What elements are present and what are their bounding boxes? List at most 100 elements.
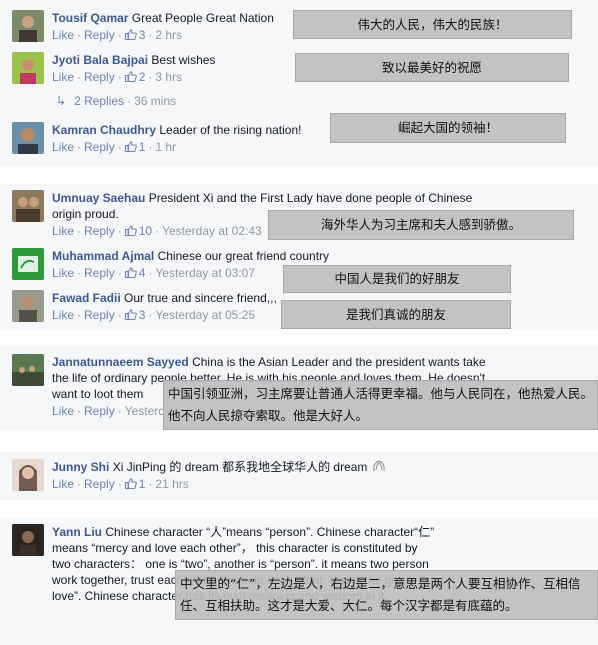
comment-author[interactable]: Jyoti Bala Bajpai (52, 53, 148, 67)
timestamp[interactable]: 1 hr (155, 140, 176, 154)
comment-author[interactable]: Umnuay Saehau (52, 191, 145, 205)
translation-box: 是我们真诚的朋友 (281, 300, 511, 329)
dot-separator: · (77, 266, 82, 280)
comment-author[interactable]: Kamran Chaudhry (52, 123, 156, 137)
dot-separator: · (127, 94, 132, 108)
dot-separator: · (155, 224, 160, 238)
dot-separator: · (77, 308, 82, 322)
comment: Junny Shi Xi JinPing 的 dream 都系我地全球华人的 d… (12, 459, 482, 495)
thumbs-up-icon[interactable] (124, 267, 137, 278)
timestamp[interactable]: 2 hrs (155, 28, 182, 42)
dot-separator: · (117, 224, 122, 238)
dot-separator: · (77, 70, 82, 84)
comment-text: Best wishes (151, 53, 216, 67)
flower-emoji-icon (371, 459, 387, 473)
comment-text: Xi JinPing 的 dream 都系我地全球华人的 dream (112, 460, 368, 474)
dot-separator: · (77, 224, 82, 238)
avatar[interactable] (12, 122, 44, 154)
dot-separator: · (77, 477, 82, 491)
comment-author[interactable]: Muhammad Ajmal (52, 249, 154, 263)
dot-separator: · (117, 308, 122, 322)
reply-button[interactable]: Reply (84, 224, 115, 238)
dot-separator: · (77, 404, 82, 418)
like-button[interactable]: Like (52, 224, 74, 238)
dot-separator: · (117, 28, 122, 42)
translation-box: 中国引领亚洲，习主席要让普通人活得更幸福。他与人民同在，他热爱人民。他不向人民掠… (163, 380, 598, 430)
avatar[interactable] (12, 52, 44, 84)
like-button[interactable]: Like (52, 308, 74, 322)
comment-author[interactable]: Junny Shi (52, 460, 109, 474)
comment-author[interactable]: Jannatunnaeem Sayyed (52, 355, 189, 369)
like-count[interactable]: 10 (139, 224, 152, 238)
thumbs-up-icon[interactable] (124, 141, 137, 152)
thumbs-up-icon[interactable] (124, 71, 137, 82)
dot-separator: · (148, 28, 153, 42)
translation-box: 致以最美好的祝愿 (295, 53, 569, 82)
avatar[interactable] (12, 10, 44, 42)
like-count[interactable]: 2 (139, 70, 146, 84)
dot-separator: · (117, 266, 122, 280)
dot-separator: · (77, 140, 82, 154)
dot-separator: · (148, 477, 153, 491)
dot-separator: · (148, 140, 153, 154)
avatar[interactable] (12, 190, 44, 222)
reply-button[interactable]: Reply (84, 266, 115, 280)
view-replies-link[interactable]: ↳ 2 Replies · 36 mins (56, 94, 176, 108)
translation-box: 中文里的“仁”，左边是人，右边是二，意思是两个人要互相协作、互相信任、互相扶助。… (175, 570, 598, 620)
timestamp[interactable]: 3 hrs (155, 70, 182, 84)
replies-time: 36 mins (134, 94, 177, 108)
reply-button[interactable]: Reply (84, 404, 115, 418)
reply-button[interactable]: Reply (84, 28, 115, 42)
avatar[interactable] (12, 290, 44, 322)
like-button[interactable]: Like (52, 140, 74, 154)
timestamp[interactable]: Yesterday at 05:25 (155, 308, 255, 322)
comment-text: Chinese our great friend country (157, 249, 330, 263)
thumbs-up-icon[interactable] (124, 225, 137, 236)
like-button[interactable]: Like (52, 266, 74, 280)
timestamp[interactable]: 21 hrs (155, 477, 188, 491)
like-button[interactable]: Like (52, 70, 74, 84)
dot-separator: · (148, 70, 153, 84)
timestamp[interactable]: Yesterday at 03:07 (155, 266, 255, 280)
comment-actions: Like · Reply · 1 · 21 hrs (52, 476, 482, 492)
reply-button[interactable]: Reply (84, 70, 115, 84)
comment-text: Leader of the rising nation! (159, 123, 302, 137)
avatar[interactable] (12, 459, 44, 491)
translation-box: 崛起大国的领袖！ (330, 113, 566, 143)
comment-author[interactable]: Yann Liu (52, 525, 102, 539)
translation-box: 中国人是我们的好朋友 (283, 265, 511, 293)
avatar[interactable] (12, 524, 44, 556)
reply-arrow-icon: ↳ (56, 94, 67, 108)
comment-text: Our true and sincere friend,,, (124, 291, 277, 305)
reply-button[interactable]: Reply (84, 477, 115, 491)
thumbs-up-icon[interactable] (124, 478, 137, 489)
reply-button[interactable]: Reply (84, 140, 115, 154)
like-button[interactable]: Like (52, 404, 74, 418)
comment-author[interactable]: Fawad Fadii (52, 291, 121, 305)
dot-separator: · (117, 404, 122, 418)
replies-count[interactable]: 2 Replies (74, 94, 124, 108)
thumbs-up-icon[interactable] (124, 29, 137, 40)
translation-box: 伟大的人民，伟大的民族！ (293, 10, 572, 39)
like-button[interactable]: Like (52, 477, 74, 491)
timestamp[interactable]: Yesterday at 02:43 (162, 224, 262, 238)
dot-separator: · (117, 70, 122, 84)
like-count[interactable]: 3 (139, 28, 146, 42)
reply-button[interactable]: Reply (84, 308, 115, 322)
like-count[interactable]: 4 (139, 266, 146, 280)
avatar[interactable] (12, 354, 44, 386)
like-button[interactable]: Like (52, 28, 74, 42)
translation-box: 海外华人为习主席和夫人感到骄傲。 (268, 210, 574, 240)
thumbs-up-icon[interactable] (124, 309, 137, 320)
dot-separator: · (148, 308, 153, 322)
avatar[interactable] (12, 248, 44, 280)
like-count[interactable]: 1 (139, 140, 146, 154)
like-count[interactable]: 3 (139, 308, 146, 322)
like-count[interactable]: 1 (139, 477, 146, 491)
comment-text: Great People Great Nation (131, 11, 274, 25)
dot-separator: · (148, 266, 153, 280)
dot-separator: · (117, 140, 122, 154)
dot-separator: · (117, 477, 122, 491)
comment-author[interactable]: Tousif Qamar (52, 11, 128, 25)
dot-separator: · (77, 28, 82, 42)
